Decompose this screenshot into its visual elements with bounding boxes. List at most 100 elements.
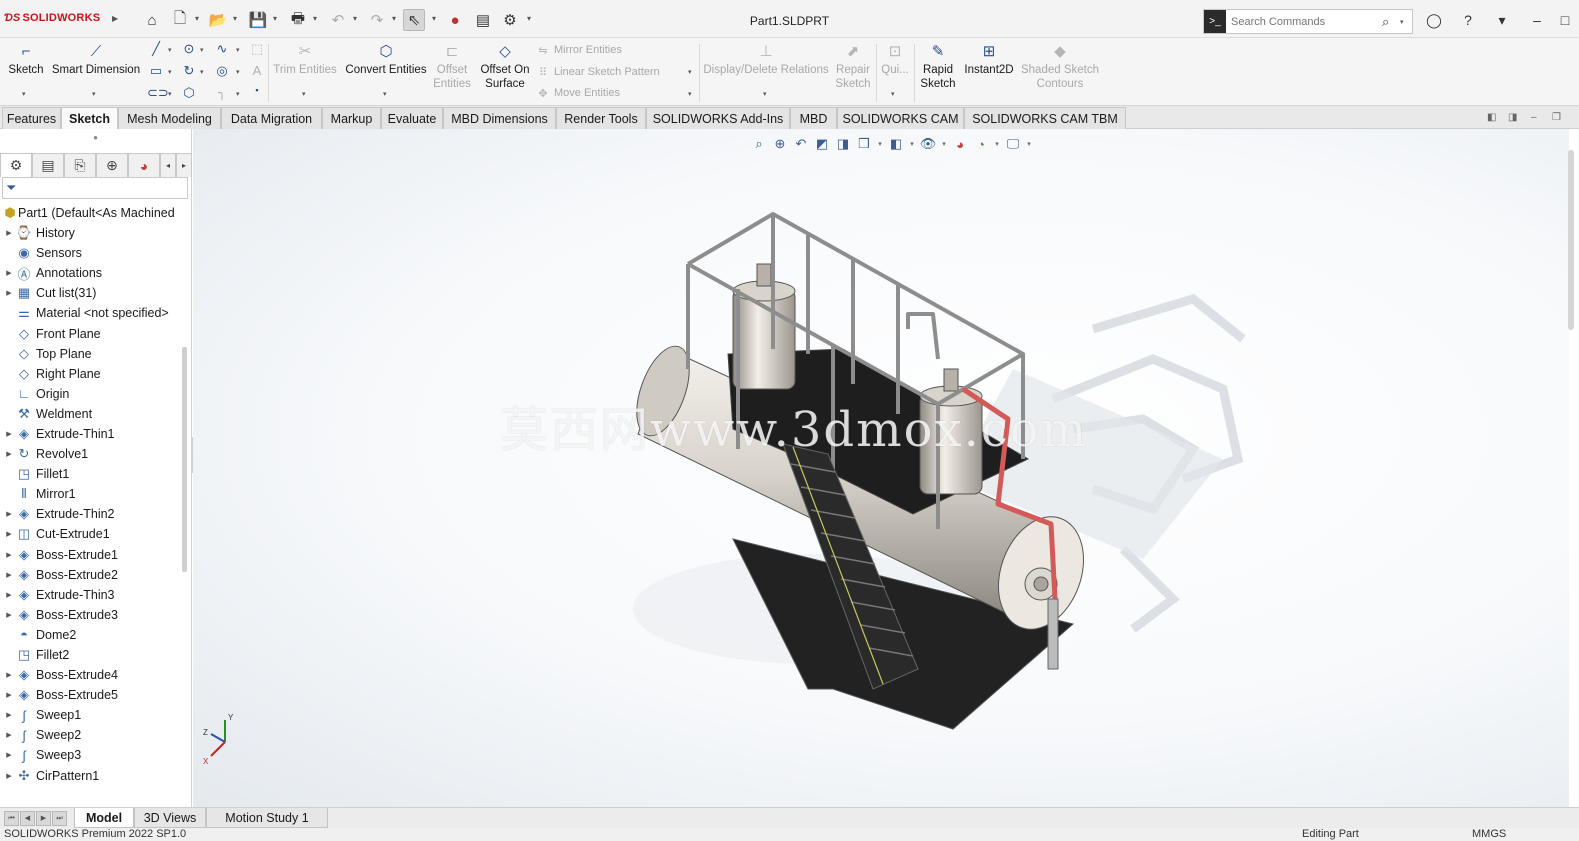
line-icon[interactable]: ╱: [147, 41, 165, 57]
circle-icon[interactable]: ⊙: [180, 41, 198, 57]
rapid-sketch-button[interactable]: ✎ Rapid Sketch: [917, 43, 959, 91]
polygon-icon[interactable]: ⬡: [180, 85, 198, 101]
text-icon[interactable]: A: [248, 63, 266, 78]
convert-dropdown-icon[interactable]: ▾: [383, 90, 387, 98]
expand-arrow-icon[interactable]: ▶: [0, 691, 14, 699]
tree-item-extrude-thin3[interactable]: ▶ ◈ Extrude-Thin3: [0, 585, 184, 605]
panel-grip-icon[interactable]: ●: [0, 129, 191, 147]
edit-appearance-icon[interactable]: ◕: [951, 137, 969, 152]
quick-snaps-dropdown-icon[interactable]: ▾: [891, 90, 895, 98]
expand-arrow-icon[interactable]: ▶: [0, 772, 14, 780]
spline-icon[interactable]: ∿: [213, 41, 231, 57]
graphics-scrollbar[interactable]: [1568, 150, 1574, 330]
expand-arrow-icon[interactable]: ▶: [0, 229, 14, 237]
expand-arrow-icon[interactable]: ▶: [0, 611, 14, 619]
tile-right-icon[interactable]: ◨: [1508, 112, 1517, 123]
tree-item-boss-extrude5[interactable]: ▶ ◈ Boss-Extrude5: [0, 685, 184, 705]
undo-icon[interactable]: ↶: [327, 9, 349, 31]
offset-entities-button[interactable]: ⊏ Offset Entities: [430, 43, 474, 91]
view-settings-dropdown-icon[interactable]: ▾: [1025, 140, 1033, 148]
tree-item-history[interactable]: ▶ ⌚ History: [0, 223, 184, 243]
print-icon[interactable]: 🖶: [287, 9, 309, 31]
tree-item-material-not-specified[interactable]: ⚌ Material <not specified>: [0, 303, 184, 323]
tabs-scroll-left-icon[interactable]: ◂: [160, 153, 176, 177]
hide-show-items-icon[interactable]: 👁: [919, 136, 937, 152]
arc-dropdown-icon[interactable]: ▾: [200, 68, 204, 76]
rectangle-icon[interactable]: ▭: [147, 63, 165, 79]
move-entities-button[interactable]: ✥ Move Entities: [536, 84, 620, 102]
tree-item-cirpattern1[interactable]: ▶ ✣ CirPattern1: [0, 766, 184, 786]
previous-view-icon[interactable]: ↶: [792, 136, 810, 152]
tree-item-extrude-thin1[interactable]: ▶ ◈ Extrude-Thin1: [0, 424, 184, 444]
save-icon[interactable]: 💾: [247, 9, 269, 31]
redo-dropdown-icon[interactable]: ▾: [392, 14, 396, 23]
line-dropdown-icon[interactable]: ▾: [168, 46, 172, 54]
trim-entities-button[interactable]: ✂ Trim Entities: [272, 43, 338, 77]
graphics-area[interactable]: 莫西网www.3dmox.com Y Z X: [193, 129, 1569, 807]
move-dropdown-icon[interactable]: ▾: [688, 90, 692, 98]
tab-markup[interactable]: Markup: [322, 107, 381, 129]
feature-manager-tab-icon[interactable]: ⚙: [0, 153, 32, 177]
tree-item-revolve1[interactable]: ▶ ↻ Revolve1: [0, 444, 184, 464]
linear-sketch-pattern-button[interactable]: ⠿ Linear Sketch Pattern: [536, 63, 660, 81]
expand-arrow-icon[interactable]: ▶: [0, 510, 14, 518]
dynamic-annotation-icon[interactable]: ◨: [834, 136, 852, 152]
expand-arrow-icon[interactable]: ▶: [0, 269, 14, 277]
slot-icon[interactable]: ⊂⊃: [147, 85, 169, 101]
tab-render-tools[interactable]: Render Tools: [556, 107, 646, 129]
expand-arrow-icon[interactable]: ▶: [0, 731, 14, 739]
spline-dropdown-icon[interactable]: ▾: [236, 46, 240, 54]
tree-item-sweep2[interactable]: ▶ ∫ Sweep2: [0, 725, 184, 745]
select-arrow-icon[interactable]: ⇖: [403, 9, 425, 31]
tabs-scroll-right-icon[interactable]: ▸: [176, 153, 192, 177]
relations-dropdown-icon[interactable]: ▾: [763, 90, 767, 98]
tree-root-part[interactable]: ⬢ Part1 (Default<As Machined: [2, 203, 188, 223]
ellipse-dropdown-icon[interactable]: ▾: [236, 68, 240, 76]
tab-mbd[interactable]: MBD: [790, 107, 837, 129]
dimxpert-manager-tab-icon[interactable]: ⊕: [96, 153, 128, 177]
arc-icon[interactable]: ↻: [180, 63, 198, 79]
display-manager-tab-icon[interactable]: ◕: [128, 153, 160, 177]
smart-dimension-button[interactable]: ⟋ Smart Dimension: [50, 43, 142, 77]
new-dropdown-icon[interactable]: ▾: [195, 14, 199, 23]
mirror-grid-icon[interactable]: ⬚: [248, 41, 266, 57]
open-dropdown-icon[interactable]: ▾: [233, 14, 237, 23]
print-dropdown-icon[interactable]: ▾: [313, 14, 317, 23]
search-icon[interactable]: ⌕: [1382, 14, 1400, 30]
ellipse-icon[interactable]: ◎: [213, 63, 231, 79]
tab-sketch[interactable]: Sketch: [61, 107, 118, 130]
expand-arrow-icon[interactable]: ▶: [0, 571, 14, 579]
search-commands-box[interactable]: >_ ⌕ ▾: [1203, 9, 1413, 34]
trim-dropdown-icon[interactable]: ▾: [302, 90, 306, 98]
tab-solidworks-cam-tbm[interactable]: SOLIDWORKS CAM TBM: [964, 107, 1126, 129]
shaded-sketch-contours-button[interactable]: ◆ Shaded Sketch Contours: [1019, 43, 1101, 91]
quick-snaps-button[interactable]: ⊡ Qui...: [878, 43, 912, 77]
open-folder-icon[interactable]: 📂: [207, 9, 229, 31]
new-document-icon[interactable]: 🗋: [169, 9, 191, 31]
tab-mbd-dimensions[interactable]: MBD Dimensions: [443, 107, 556, 129]
expand-arrow-icon[interactable]: ▶: [0, 751, 14, 759]
expand-arrow-icon[interactable]: ▶: [0, 591, 14, 599]
property-manager-tab-icon[interactable]: ▤: [32, 153, 64, 177]
tree-item-cut-extrude1[interactable]: ▶ ◫ Cut-Extrude1: [0, 524, 184, 544]
tree-item-boss-extrude1[interactable]: ▶ ◈ Boss-Extrude1: [0, 545, 184, 565]
display-delete-relations-button[interactable]: ⊥ Display/Delete Relations: [702, 43, 830, 77]
tree-item-top-plane[interactable]: ◇ Top Plane: [0, 344, 184, 364]
tree-item-fillet2[interactable]: ◳ Fillet2: [0, 645, 184, 665]
tree-item-boss-extrude3[interactable]: ▶ ◈ Boss-Extrude3: [0, 605, 184, 625]
circle-dropdown-icon[interactable]: ▾: [200, 46, 204, 54]
tab-solidworks-add-ins[interactable]: SOLIDWORKS Add-Ins: [646, 107, 790, 129]
options-dropdown-icon[interactable]: ▾: [527, 14, 531, 23]
view-settings-icon[interactable]: 🖵: [1004, 136, 1022, 152]
pattern-dropdown-icon[interactable]: ▾: [688, 68, 692, 76]
expand-arrow-icon[interactable]: ▶: [0, 530, 14, 538]
fillet-sketch-icon[interactable]: ╮: [213, 85, 231, 101]
tab-model[interactable]: Model: [74, 808, 134, 828]
expand-arrow-icon[interactable]: ▶: [0, 289, 14, 297]
tab-data-migration[interactable]: Data Migration: [221, 107, 322, 129]
tile-left-icon[interactable]: ◧: [1487, 112, 1496, 123]
first-tab-icon[interactable]: ⏮: [4, 811, 19, 826]
options-gear-icon[interactable]: ⚙: [499, 9, 521, 31]
rectangle-dropdown-icon[interactable]: ▾: [168, 68, 172, 76]
expand-arrow-icon[interactable]: ▶: [0, 711, 14, 719]
